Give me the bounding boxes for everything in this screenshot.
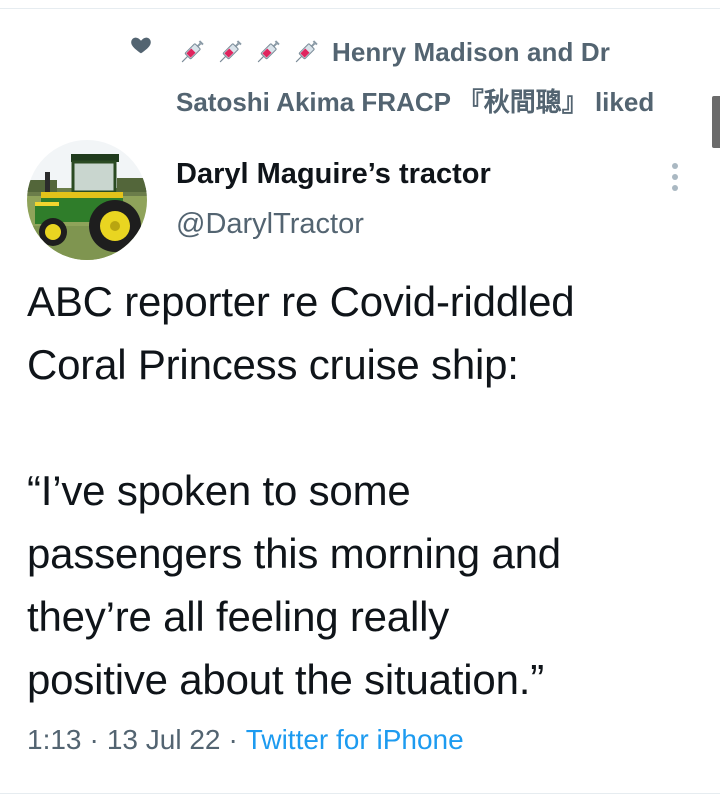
heart-icon: [131, 37, 151, 54]
tweet-line: “I’ve spoken to some: [27, 467, 411, 514]
social-context-text-2: Satoshi Akima FRACP 『秋間聰』 liked: [176, 87, 655, 117]
more-dot-icon: [672, 174, 678, 180]
tweet-line: passengers this morning and: [27, 530, 561, 577]
tweet-date[interactable]: 13 Jul 22: [107, 724, 221, 755]
tweet-source-link[interactable]: Twitter for iPhone: [246, 724, 464, 755]
syringe-icon: [181, 40, 204, 63]
more-options-button[interactable]: [664, 160, 686, 196]
meta-separator: ·: [89, 724, 99, 755]
tweet-paragraph: “I’ve spoken to some passengers this mor…: [27, 459, 707, 711]
scrollbar-thumb[interactable]: [712, 96, 720, 148]
meta-separator: ·: [228, 724, 238, 755]
tweet-line: ABC reporter re Covid-riddled: [27, 278, 575, 325]
social-context-text-1: Henry Madison and Dr: [332, 36, 610, 67]
social-context-line-1: Henry Madison and Dr: [176, 36, 610, 68]
top-divider: [0, 8, 720, 9]
syringe-icon: [219, 40, 242, 63]
syringe-emoji-group: [176, 36, 322, 68]
syringe-icon: [295, 40, 318, 63]
tweet-time[interactable]: 1:13: [27, 724, 82, 755]
bottom-divider: [0, 793, 720, 794]
tweet-paragraph: ABC reporter re Covid-riddled Coral Prin…: [27, 270, 707, 396]
author-handle[interactable]: @DarylTractor: [176, 208, 364, 241]
tweet-line: Coral Princess cruise ship:: [27, 341, 519, 388]
tweet-meta: 1:13 · 13 Jul 22 · Twitter for iPhone: [27, 724, 464, 756]
tweet-line: positive about the situation.”: [27, 656, 544, 703]
tweet-text: ABC reporter re Covid-riddled Coral Prin…: [27, 270, 707, 711]
avatar[interactable]: [27, 140, 147, 260]
tweet-line: they’re all feeling really: [27, 593, 450, 640]
author-name[interactable]: Daryl Maguire’s tractor: [176, 158, 491, 191]
more-dot-icon: [672, 163, 678, 169]
syringe-icon: [257, 40, 280, 63]
tractor-photo: [27, 140, 147, 260]
more-dot-icon: [672, 185, 678, 191]
